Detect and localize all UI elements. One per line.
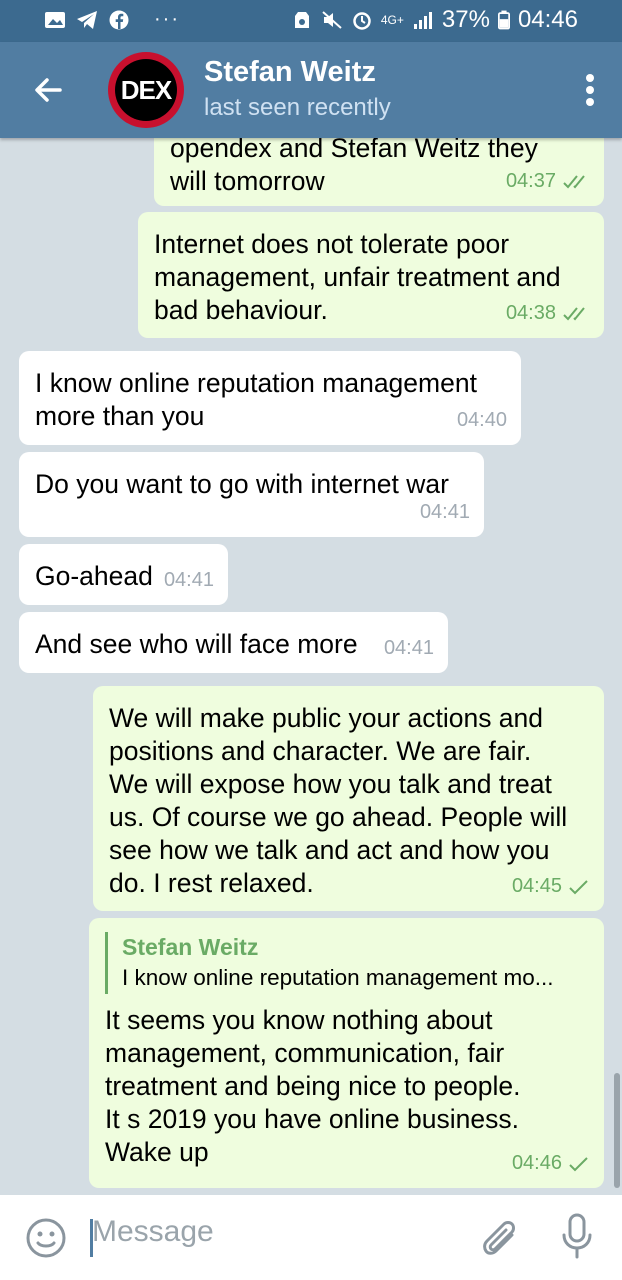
emoji-icon[interactable] xyxy=(25,1217,67,1259)
message-text: I know online reputation management more… xyxy=(35,368,477,431)
scrollbar[interactable] xyxy=(614,1073,620,1188)
network-type: 4G+ xyxy=(380,13,404,27)
message-list[interactable]: opendex and Stefan Weitz they will tomor… xyxy=(0,138,622,1195)
contact-name[interactable]: Stefan Weitz xyxy=(204,56,376,89)
double-check-icon xyxy=(563,306,585,320)
message-input[interactable]: Message xyxy=(92,1215,214,1249)
reply-text: I know online reputation management mo..… xyxy=(122,965,554,990)
message-time: 04:41 xyxy=(419,501,470,523)
chat-header: DEX Stefan Weitz last seen recently xyxy=(0,42,622,138)
message-time: 04:37 xyxy=(505,170,556,192)
message-text: It seems you know nothing about manageme… xyxy=(105,1005,521,1167)
contact-status: last seen recently xyxy=(204,94,391,121)
mute-icon xyxy=(322,11,342,29)
more-vert-icon[interactable] xyxy=(584,72,596,108)
battery-icon xyxy=(497,10,510,30)
message-time: 04:46 xyxy=(511,1152,562,1174)
check-icon xyxy=(569,1156,588,1171)
avatar[interactable]: DEX xyxy=(108,52,184,128)
reply-author: Stefan Weitz xyxy=(122,934,259,960)
message-composer: Message xyxy=(0,1195,622,1280)
message-time: 04:45 xyxy=(511,875,562,897)
message-bubble-outgoing[interactable]: Internet does not tolerate poor manageme… xyxy=(138,212,604,338)
data-saver-icon xyxy=(294,12,309,28)
image-icon xyxy=(45,11,65,28)
telegram-icon xyxy=(77,10,97,29)
message-bubble-incoming[interactable]: Go-ahead 04:41 xyxy=(19,544,228,605)
message-bubble-outgoing[interactable]: We will make public your actions and pos… xyxy=(93,686,604,911)
message-time: 04:41 xyxy=(383,637,434,659)
attach-icon[interactable] xyxy=(476,1215,518,1259)
message-text: Do you want to go with internet war xyxy=(35,469,449,499)
clock: 04:46 xyxy=(517,6,578,33)
message-bubble-outgoing[interactable]: opendex and Stefan Weitz they will tomor… xyxy=(154,138,604,206)
facebook-icon xyxy=(109,10,129,29)
message-bubble-incoming[interactable]: I know online reputation management more… xyxy=(19,351,521,445)
avatar-logo: DEX xyxy=(115,59,177,121)
signal-icon xyxy=(413,12,432,29)
more-notifications: ··· xyxy=(154,8,180,30)
double-check-icon xyxy=(563,174,585,188)
status-bar: ··· 4G+ 37% 04:46 xyxy=(0,0,622,42)
message-time: 04:38 xyxy=(505,302,556,324)
reply-preview[interactable]: Stefan Weitz I know online reputation ma… xyxy=(105,932,586,994)
message-bubble-incoming[interactable]: And see who will face more 04:41 xyxy=(19,612,448,673)
microphone-icon[interactable] xyxy=(560,1213,594,1259)
message-time: 04:40 xyxy=(456,409,507,431)
check-icon xyxy=(569,879,588,894)
battery-percent: 37% xyxy=(441,6,490,33)
message-bubble-outgoing[interactable]: Stefan Weitz I know online reputation ma… xyxy=(89,918,604,1188)
message-text: And see who will face more xyxy=(35,629,358,659)
back-arrow-icon[interactable] xyxy=(30,72,66,108)
message-bubble-incoming[interactable]: Do you want to go with internet war 04:4… xyxy=(19,452,484,537)
alarm-icon xyxy=(353,12,371,30)
message-time: 04:41 xyxy=(163,569,214,591)
